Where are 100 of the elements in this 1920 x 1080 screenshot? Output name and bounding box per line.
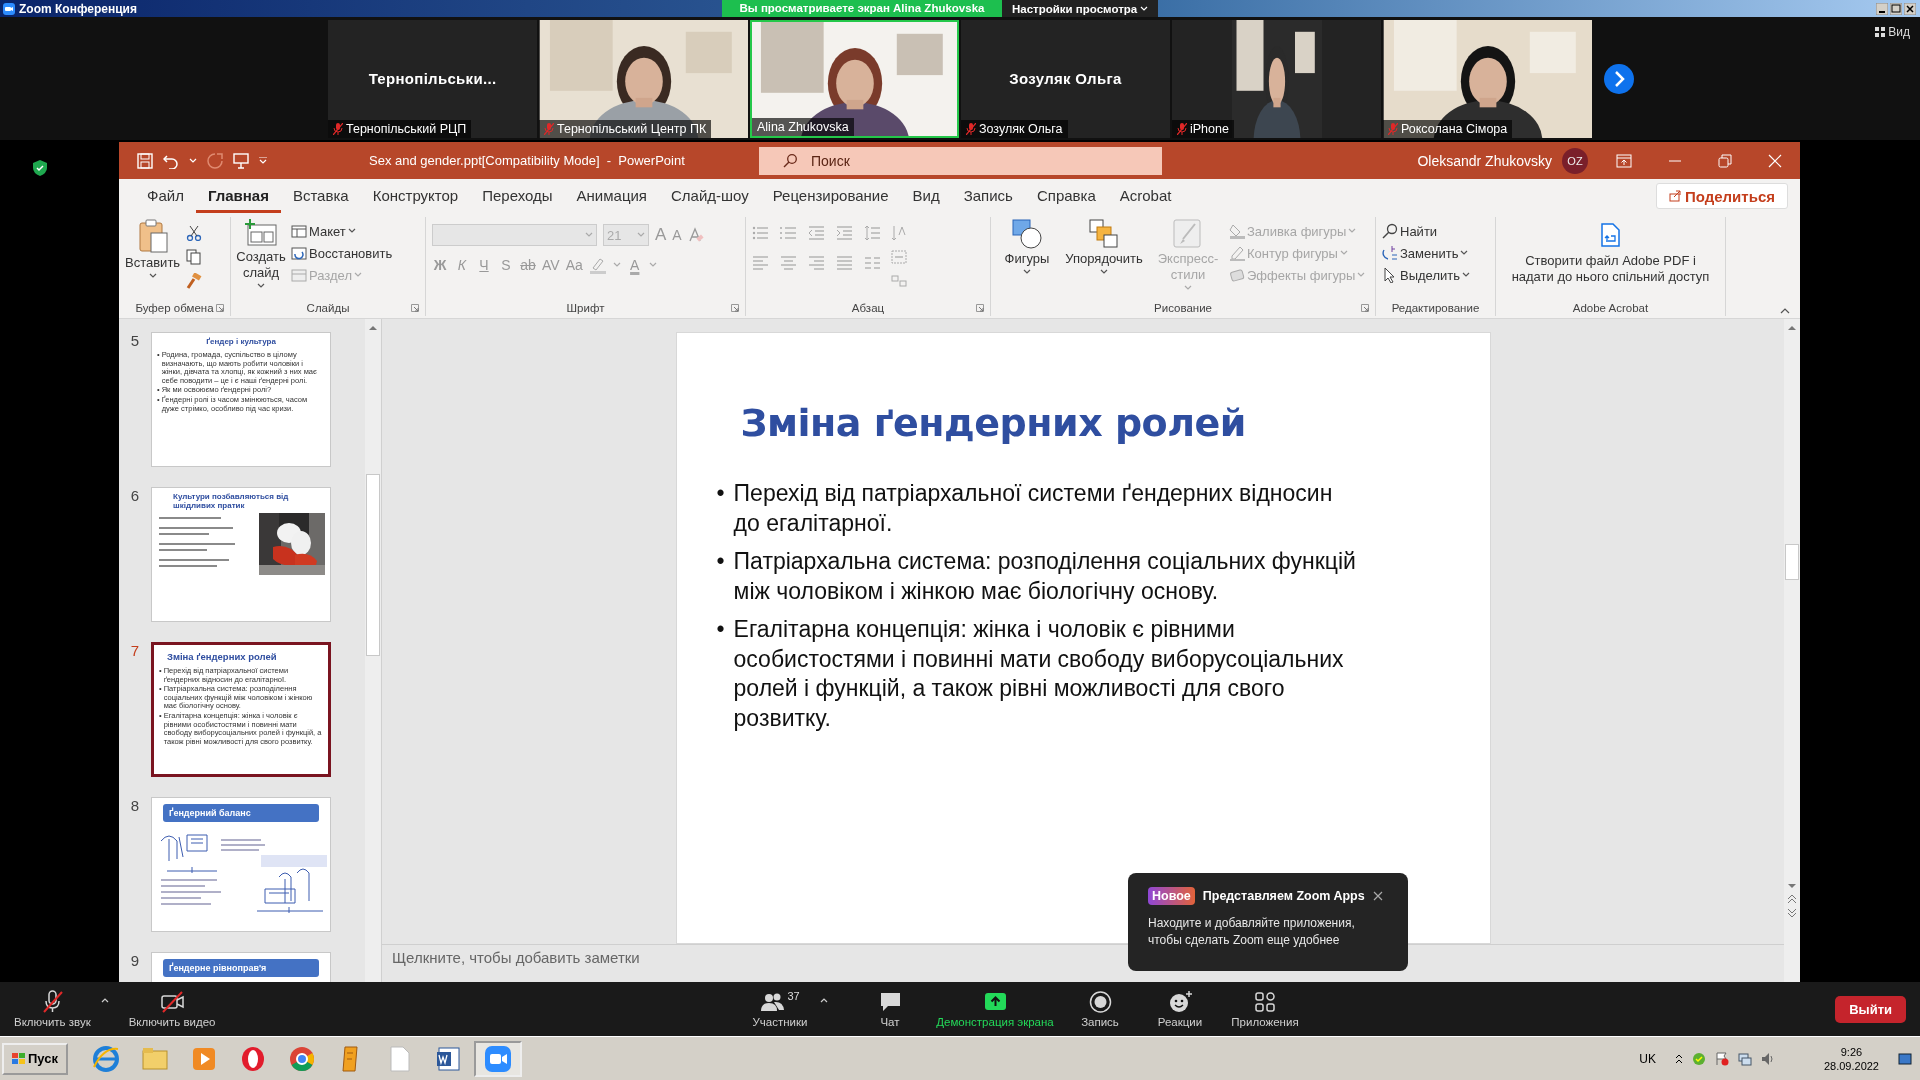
presentation-icon[interactable] (233, 152, 249, 169)
scroll-down-icon[interactable] (1788, 884, 1796, 889)
show-desktop-icon[interactable] (1898, 1051, 1912, 1066)
video-off-icon (159, 990, 185, 1013)
flag-alert-icon[interactable] (1714, 1051, 1729, 1066)
scroll-up-icon[interactable] (369, 325, 377, 330)
close-icon[interactable] (1372, 891, 1383, 901)
slide-thumbnail[interactable]: Ґендерний баланс (151, 797, 331, 932)
caret-up-icon[interactable] (100, 998, 109, 1003)
ribbon-button[interactable]: Упорядочить (1061, 219, 1147, 275)
customize-icon[interactable] (259, 157, 267, 164)
ribbon-button[interactable]: Заменить (1382, 245, 1469, 261)
dialog-launcher-icon[interactable] (976, 304, 984, 312)
view-button[interactable]: Вид (1875, 25, 1910, 39)
slide-thumbnail[interactable]: Культури позбавляються від шкідливих пратик (151, 487, 331, 622)
copy-icon[interactable] (186, 249, 203, 265)
new-slide-button[interactable]: Создать слайд (237, 219, 285, 289)
line-spacing-icon[interactable] (864, 225, 881, 241)
ribbon-button[interactable]: Восстановить (291, 245, 393, 261)
ribbon-tab[interactable]: Справка (1024, 179, 1108, 213)
ribbon-tab[interactable]: Вид (900, 179, 952, 213)
dialog-launcher-icon[interactable] (1361, 304, 1369, 312)
dialog-launcher-icon[interactable] (216, 304, 224, 312)
paste-button[interactable]: Вставить (125, 219, 181, 279)
cut-icon[interactable] (186, 225, 203, 241)
caret-icon[interactable] (148, 273, 157, 279)
caret-icon[interactable] (257, 283, 265, 289)
toolbar-button[interactable]: Включить звук (8, 990, 97, 1028)
start-button[interactable]: Пуск (2, 1042, 68, 1075)
toolbar-button[interactable]: Включить видео (122, 990, 222, 1028)
caret-icon[interactable] (1023, 269, 1031, 275)
caret-up-icon[interactable] (820, 998, 828, 1003)
scrollbar[interactable] (1784, 319, 1800, 982)
scrollbar-thumb[interactable] (1785, 544, 1799, 580)
window-title: Sex and gender.ppt[Compatibility Mode] - PowerPoint (369, 153, 686, 168)
ribbon-button[interactable]: Выделить (1382, 267, 1470, 283)
caret-icon[interactable] (1100, 269, 1108, 275)
slide-title: Ґендерне рівноправ'я (163, 959, 319, 977)
restore-icon[interactable] (1718, 153, 1732, 168)
update-icon[interactable] (1691, 1051, 1706, 1066)
redo-icon[interactable] (207, 152, 223, 169)
toolbar-button[interactable]: Чат (850, 990, 930, 1028)
bullets-icon[interactable] (752, 225, 769, 241)
close-icon[interactable] (1904, 2, 1916, 15)
collapse-ribbon-icon[interactable] (1780, 308, 1790, 314)
volume-icon[interactable] (1760, 1051, 1775, 1066)
clock[interactable]: 9:26 28.09.2022 (1823, 1044, 1879, 1073)
bullet-text: Егалітарна концепція: жінка і чоловік є рівними особистостями і повинні мати свободу виборусоціальних ролей і функцій, а також рівні можливості для свого розвитку. (733, 615, 1345, 733)
next-slide-icon[interactable] (1788, 909, 1796, 917)
toolbar-button[interactable]: Реакции (1140, 990, 1220, 1028)
caret-icon[interactable] (1462, 272, 1470, 278)
scroll-up-icon[interactable] (1788, 325, 1796, 330)
ribbon-tab[interactable]: Главная (195, 179, 281, 213)
ribbon-tab[interactable]: Рецензирование (760, 179, 901, 213)
previous-slide-icon[interactable] (1788, 895, 1796, 903)
clear-format-icon[interactable] (687, 227, 704, 243)
dialog-launcher-icon[interactable] (411, 304, 419, 312)
text-direction-icon[interactable] (891, 225, 907, 241)
scrollbar-thumb[interactable] (366, 474, 380, 656)
slide-thumbnail[interactable]: Ґендерне рівноправ'я (151, 952, 331, 982)
ribbon-tab[interactable]: Вставка (280, 179, 361, 213)
toolbar-button[interactable]: Приложения (1220, 990, 1310, 1028)
expand-tray-icon[interactable] (1674, 1053, 1683, 1064)
save-icon[interactable] (137, 152, 153, 169)
ribbon-tab[interactable]: Файл (135, 179, 196, 213)
notes-placeholder[interactable]: Щелкните, чтобы добавить заметки (392, 949, 640, 966)
slide-thumbnail[interactable] (151, 642, 331, 777)
ribbon-tab[interactable]: Переходы (470, 179, 565, 213)
restore-icon[interactable] (1890, 2, 1902, 15)
toolbar-button[interactable]: Запись (1060, 990, 1140, 1028)
dialog-launcher-icon[interactable] (731, 304, 739, 312)
caret-icon[interactable] (1460, 250, 1469, 256)
share-button[interactable]: Поделиться (1655, 183, 1788, 209)
group-label: Слайды (306, 302, 350, 314)
ribbon-display-icon[interactable] (1616, 153, 1632, 168)
leave-button[interactable]: Выйти (1835, 995, 1906, 1023)
format-painter-icon[interactable] (186, 273, 203, 289)
create-pdf-button[interactable]: Створити файл Adobe PDF і надати до нього спільний доступ (1502, 219, 1719, 285)
toolbar-button[interactable]: Демонстрация экрана (930, 990, 1060, 1028)
toolbar-button[interactable]: 37 Участники (740, 990, 820, 1028)
ribbon-button[interactable]: Фигуры (997, 219, 1057, 275)
view-options-button[interactable]: Настройки просмотра (1002, 0, 1159, 17)
ribbon-button[interactable]: Найти (1382, 223, 1438, 239)
scrollbar[interactable] (365, 319, 381, 982)
search-field[interactable]: Поиск (759, 146, 1162, 175)
minimize-icon[interactable] (1876, 2, 1888, 15)
ribbon-tab[interactable]: Слайд-шоу (659, 179, 761, 213)
undo-icon[interactable] (163, 152, 179, 169)
ribbon-tab[interactable]: Конструктор (360, 179, 471, 213)
ribbon-tab[interactable]: Acrobat (1107, 179, 1184, 213)
ribbon-tab[interactable]: Анимация (564, 179, 659, 213)
taskbar-app[interactable] (474, 1040, 522, 1077)
participant-label-text: Роксолана Сімора (1401, 121, 1508, 136)
caret-icon[interactable] (347, 228, 356, 234)
font-name-field[interactable] (432, 224, 597, 246)
ribbon-button[interactable]: Макет (291, 223, 356, 239)
ribbon-tab[interactable]: Запись (951, 179, 1025, 213)
network-icon[interactable] (1737, 1051, 1752, 1066)
language-indicator[interactable]: UK (1639, 1051, 1656, 1066)
user-avatar[interactable]: OZ (1562, 147, 1588, 174)
